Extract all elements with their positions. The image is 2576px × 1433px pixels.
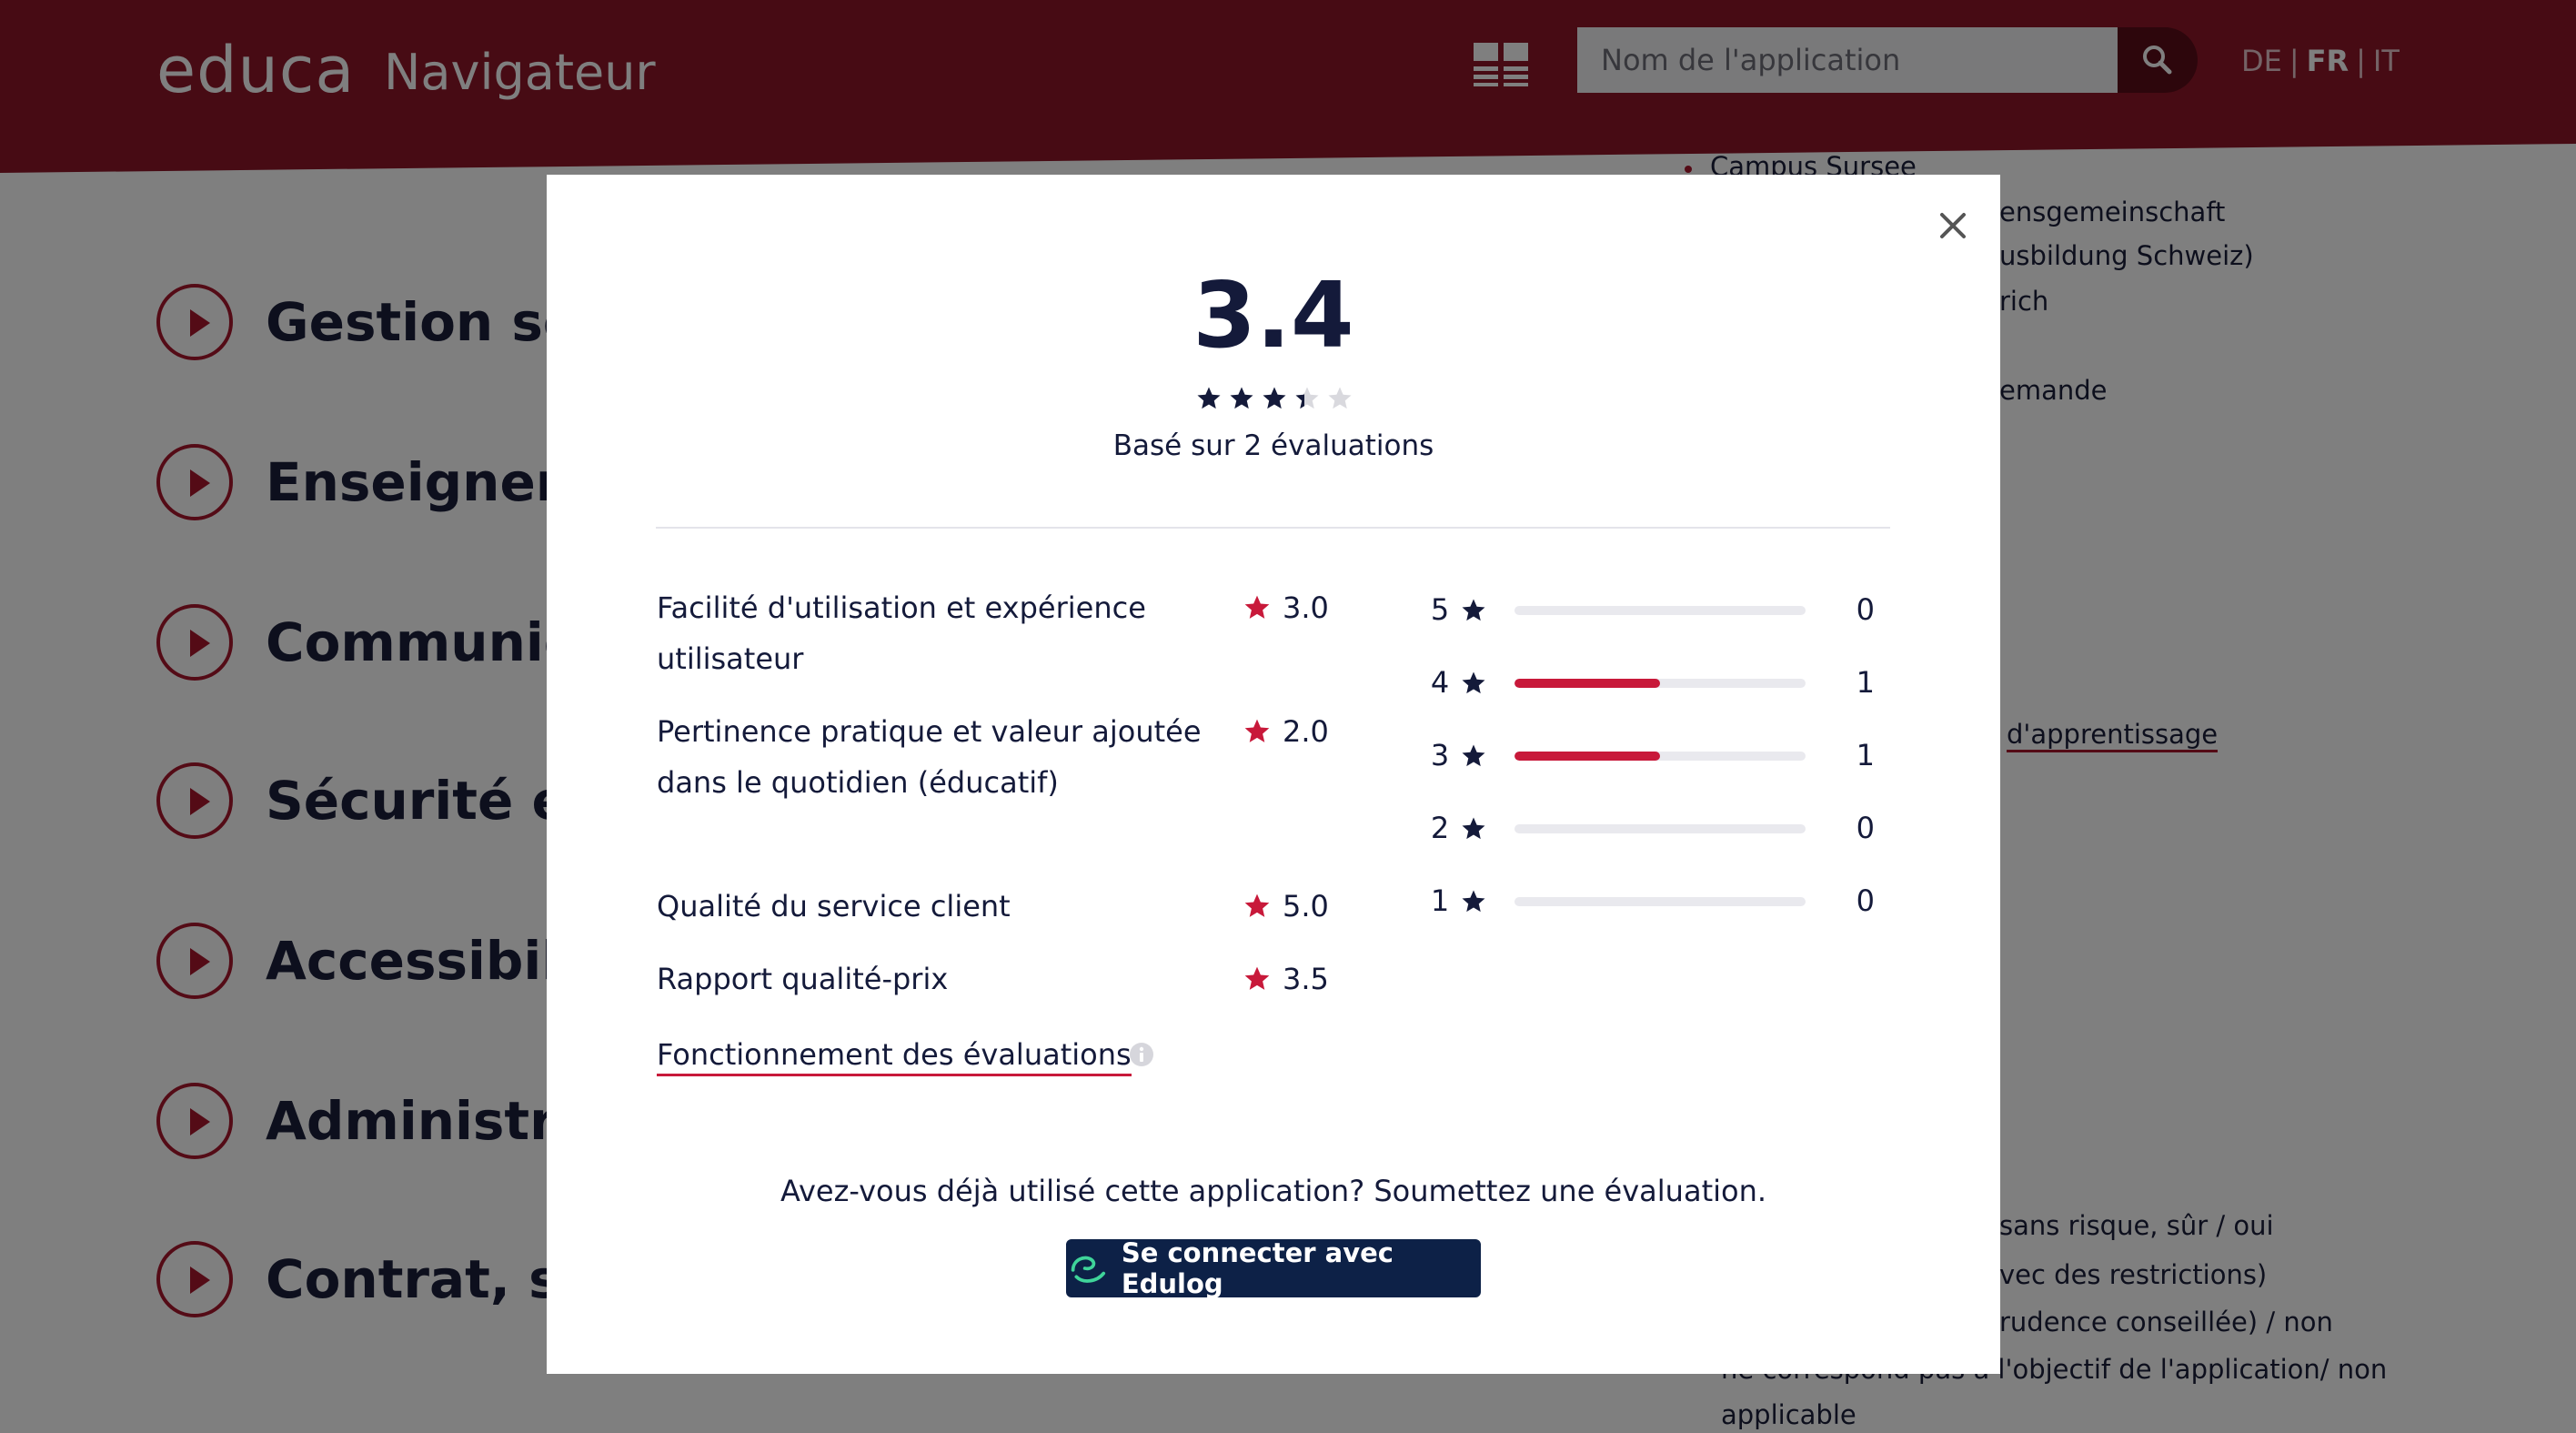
distribution-row: 3 1: [1427, 730, 1900, 781]
criterion-score: 5.0: [1243, 881, 1329, 932]
star-icon: [1263, 387, 1286, 409]
distribution-stars: 4: [1430, 665, 1450, 700]
ratings-modal: 3.4 Basé sur 2 évaluations Facilité d'ut…: [547, 175, 2000, 1374]
divider: [656, 527, 1890, 529]
distribution-row: 4 1: [1427, 657, 1900, 708]
edulog-login-label: Se connecter avec Edulog: [1121, 1237, 1394, 1299]
criterion-score: 3.0: [1243, 582, 1329, 633]
overall-score: 3.4: [1192, 262, 1354, 368]
star-icon: [1462, 744, 1485, 767]
distribution-row: 5 0: [1427, 584, 1900, 635]
distribution-count: 1: [1856, 665, 1875, 700]
criterion-value: 2.0: [1283, 714, 1329, 749]
edulog-logo-icon: [1071, 1256, 1106, 1283]
distribution-row: 2 0: [1427, 802, 1900, 853]
star-icon: [1328, 387, 1352, 409]
distribution-bar-fill: [1514, 679, 1660, 688]
distribution-count: 0: [1856, 883, 1875, 918]
review-prompt: Avez-vous déjà utilisé cette application…: [780, 1174, 1767, 1208]
distribution-row: 1 0: [1427, 875, 1900, 926]
star-icon: [1462, 671, 1485, 694]
criterion-label: Rapport qualité-prix: [657, 962, 949, 996]
distribution-count: 1: [1856, 738, 1875, 772]
criterion-value: 5.0: [1283, 889, 1329, 923]
criterion-score: 3.5: [1243, 954, 1329, 1004]
how-ratings-work-link[interactable]: Fonctionnement des évaluations: [657, 1035, 1132, 1076]
criterion-label: Qualité du service client: [657, 889, 1011, 923]
criterion-label: Facilité d'utilisation et expérience uti…: [657, 590, 1146, 676]
distribution-bar: [1514, 606, 1806, 615]
star-icon: [1244, 719, 1270, 742]
criterion-label: Pertinence pratique et valeur ajoutée da…: [657, 714, 1202, 800]
distribution-bar: [1514, 679, 1806, 688]
star-icon: [1462, 599, 1485, 621]
overall-stars: [1197, 387, 1352, 409]
star-icon: [1230, 387, 1253, 409]
close-icon[interactable]: [1937, 209, 1969, 242]
star-icon: [1462, 817, 1485, 840]
star-icon: [1295, 387, 1319, 409]
distribution-count: 0: [1856, 592, 1875, 627]
distribution-bar-fill: [1514, 752, 1660, 761]
distribution-stars: 5: [1430, 592, 1450, 627]
star-icon: [1244, 595, 1270, 619]
distribution-bar: [1514, 897, 1806, 906]
distribution-bar: [1514, 752, 1806, 761]
ratings-count: Basé sur 2 évaluations: [1112, 429, 1434, 462]
criterion-value: 3.0: [1283, 590, 1329, 625]
distribution-bar: [1514, 824, 1806, 833]
distribution-stars: 1: [1430, 883, 1450, 918]
info-icon[interactable]: [1128, 1041, 1155, 1068]
edulog-login-button[interactable]: Se connecter avec Edulog: [1066, 1237, 1481, 1299]
star-icon: [1244, 893, 1270, 917]
distribution-stars: 2: [1430, 811, 1450, 845]
star-icon: [1244, 966, 1270, 990]
star-icon: [1197, 387, 1221, 409]
distribution-count: 0: [1856, 811, 1875, 845]
star-icon: [1462, 890, 1485, 913]
criterion-score: 2.0: [1243, 706, 1329, 757]
distribution-stars: 3: [1430, 738, 1450, 772]
criterion-value: 3.5: [1283, 962, 1329, 996]
